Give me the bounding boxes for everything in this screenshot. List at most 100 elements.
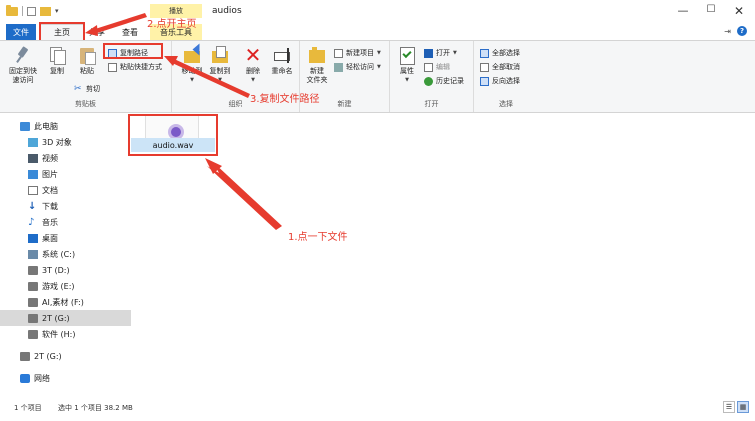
chevron-down-icon: ▼ — [405, 77, 409, 83]
copy-icon — [47, 45, 67, 65]
move-to-icon — [182, 45, 202, 65]
close-button[interactable]: ✕ — [724, 4, 754, 18]
nav-item-drive-g-root[interactable]: 2T (G:) — [0, 348, 131, 364]
customize-toolbar-icon[interactable]: ▾ — [55, 7, 59, 15]
nav-item-videos[interactable]: 视频 — [0, 150, 131, 166]
chevron-down-icon: ▼ — [251, 77, 255, 83]
pin-quick-access-button[interactable]: 固定到快 速访问 — [6, 45, 40, 85]
pin-label: 固定到快 速访问 — [9, 67, 37, 84]
new-folder-quick-icon[interactable] — [40, 6, 51, 16]
nav-item-music[interactable]: ♪ 音乐 — [0, 214, 131, 230]
drive-icon — [28, 313, 38, 323]
divider — [22, 6, 23, 16]
nav-item-label: 图片 — [42, 169, 58, 179]
properties-label: 属性 — [400, 67, 414, 75]
file-highlight — [128, 114, 218, 156]
help-icon[interactable]: ? — [737, 26, 747, 36]
pc-icon — [20, 121, 30, 131]
drive-icon — [20, 351, 30, 361]
delete-icon: ✕ — [244, 43, 262, 67]
nav-item-label: AI,素材 (F:) — [42, 297, 84, 307]
rename-label: 重命名 — [271, 67, 293, 75]
tab-view[interactable]: 查看 — [116, 24, 144, 40]
cut-button[interactable]: ✂ 剪切 — [74, 83, 100, 95]
nav-item-label: 网络 — [34, 373, 50, 383]
new-folder-button[interactable]: 新建 文件夹 — [302, 45, 332, 85]
tab-share[interactable]: 共享 — [84, 24, 110, 40]
nav-item-label: 系统 (C:) — [42, 249, 76, 259]
window-title: audios — [212, 6, 242, 16]
nav-item-network[interactable]: 网络 — [0, 370, 131, 386]
rename-button[interactable]: 重命名 — [268, 45, 296, 76]
easy-access-label: 轻松访问 — [346, 63, 374, 71]
quick-access-toolbar: ▾ — [6, 4, 59, 17]
paste-shortcut-button[interactable]: 粘贴快捷方式 — [108, 61, 162, 73]
nav-item-downloads[interactable]: ↓ 下载 — [0, 198, 131, 214]
navigation-pane: 此电脑 3D 对象 视频 图片 文档 ↓ 下载 ♪ 音乐 桌面 系统 (C:) … — [0, 114, 131, 394]
details-view-icon[interactable]: ☰ — [723, 401, 735, 413]
properties-button[interactable]: 属性 ▼ — [394, 45, 420, 85]
nav-item-label: 桌面 — [42, 233, 58, 243]
edit-label: 编辑 — [436, 63, 450, 71]
nav-item-this-pc[interactable]: 此电脑 — [0, 118, 131, 134]
view-switcher: ☰ ▦ — [723, 401, 749, 413]
nav-item-drive-g[interactable]: 2T (G:) — [0, 310, 131, 326]
expand-ribbon-icon[interactable]: ⇥ — [724, 27, 731, 36]
selection-info: 选中 1 个项目 38.2 MB — [58, 404, 133, 412]
chevron-down-icon: ▼ — [377, 50, 381, 56]
paste-shortcut-label: 粘贴快捷方式 — [120, 63, 162, 71]
invert-selection-button[interactable]: 反向选择 — [480, 75, 520, 87]
annotation-step-2: 2.点开主页 — [147, 19, 197, 30]
item-count: 1 个项目 — [14, 404, 42, 412]
new-item-button[interactable]: 新建项目 ▼ — [334, 47, 381, 59]
nav-item-desktop[interactable]: 桌面 — [0, 230, 131, 246]
edit-button[interactable]: 编辑 — [424, 61, 450, 73]
select-group-label: 选择 — [499, 100, 513, 108]
ribbon-tabs: 文件 主页 共享 查看 音乐工具 ⇥ ? — [0, 22, 755, 40]
paste-icon — [77, 45, 97, 65]
open-group-label: 打开 — [424, 100, 439, 108]
title-bar: ▾ 播放 audios — ☐ ✕ — [0, 0, 755, 22]
paste-shortcut-icon — [108, 62, 117, 72]
nav-item-drive-c[interactable]: 系统 (C:) — [0, 246, 131, 262]
nav-item-pictures[interactable]: 图片 — [0, 166, 131, 182]
properties-quick-icon[interactable] — [27, 6, 36, 16]
select-all-button[interactable]: 全部选择 — [480, 47, 520, 59]
delete-button[interactable]: ✕ 删除 ▼ — [240, 45, 266, 85]
nav-item-documents[interactable]: 文档 — [0, 182, 131, 198]
chevron-down-icon: ▼ — [377, 64, 381, 70]
minimize-button[interactable]: — — [668, 4, 698, 17]
3d-objects-icon — [28, 137, 38, 147]
rename-icon — [272, 45, 292, 65]
nav-item-label: 2T (G:) — [34, 351, 62, 361]
copy-button[interactable]: 复制 — [44, 45, 70, 76]
invert-selection-icon — [480, 76, 489, 86]
help-area: ⇥ ? — [724, 26, 747, 36]
history-button[interactable]: 历史记录 — [424, 75, 464, 87]
edit-icon — [424, 62, 433, 72]
copy-to-icon — [210, 45, 230, 65]
nav-item-drive-f[interactable]: AI,素材 (F:) — [0, 294, 131, 310]
documents-icon — [28, 185, 38, 195]
tab-file[interactable]: 文件 — [6, 24, 36, 40]
nav-item-drive-h[interactable]: 软件 (H:) — [0, 326, 131, 342]
copy-path-highlight — [103, 43, 163, 59]
move-to-button[interactable]: 移动到 ▼ — [178, 45, 206, 85]
delete-label: 删除 — [246, 67, 260, 75]
nav-item-3d-objects[interactable]: 3D 对象 — [0, 134, 131, 150]
maximize-button[interactable]: ☐ — [696, 4, 726, 15]
drive-icon — [28, 297, 38, 307]
paste-button[interactable]: 粘贴 — [74, 45, 100, 76]
nav-item-drive-e[interactable]: 游戏 (E:) — [0, 278, 131, 294]
new-folder-icon — [307, 45, 327, 65]
nav-item-drive-d[interactable]: 3T (D:) — [0, 262, 131, 278]
select-none-button[interactable]: 全部取消 — [480, 61, 520, 73]
easy-access-button[interactable]: 轻松访问 ▼ — [334, 61, 381, 73]
large-icons-view-icon[interactable]: ▦ — [737, 401, 749, 413]
drive-icon — [28, 265, 38, 275]
download-icon: ↓ — [28, 200, 37, 212]
copy-to-button[interactable]: 复制到 ▼ — [206, 45, 234, 85]
open-button[interactable]: 打开 ▼ — [424, 47, 457, 59]
desktop-icon — [28, 233, 38, 243]
nav-item-label: 2T (G:) — [42, 313, 70, 323]
